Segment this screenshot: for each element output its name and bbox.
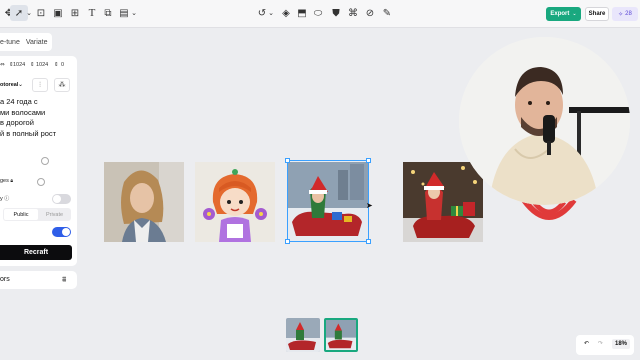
height-value[interactable]: 1024	[36, 62, 48, 68]
thumbnail-image	[326, 320, 356, 350]
width-value[interactable]: 1024	[13, 62, 25, 68]
visibility-private[interactable]: Private	[39, 209, 70, 220]
chevron-down-icon[interactable]: ⌄	[128, 7, 140, 19]
mockup-icon[interactable]: ⧉	[102, 7, 114, 19]
chevron-down-icon: ⌄	[18, 81, 24, 88]
credits-count: 28	[625, 11, 632, 17]
height-icon: ⇕	[30, 62, 35, 68]
images-option-label: ges 🔒︎	[0, 178, 13, 184]
style-icon[interactable]: ⊘	[364, 7, 376, 19]
share-button[interactable]: Share	[585, 7, 609, 21]
toggle-knob	[62, 228, 70, 236]
chevron-down-icon: ⌄	[572, 11, 577, 17]
history-filmstrip	[286, 316, 362, 354]
webcam-overlay	[459, 37, 630, 205]
recraft-label: Recraft	[23, 249, 49, 256]
share-label: Share	[588, 11, 606, 17]
sparkle-icon: ✧	[618, 10, 624, 18]
info-icon: ⓘ	[4, 196, 10, 202]
width-icon: ⇔	[0, 62, 5, 68]
sliders-icon: ⫶	[39, 80, 41, 89]
style-label: otoreal	[0, 82, 19, 88]
lock-icon: 🔒︎	[10, 178, 14, 184]
generated-image-portrait[interactable]	[104, 162, 184, 242]
christmas-sleigh-photo	[288, 162, 368, 242]
text-icon[interactable]: T	[86, 7, 98, 19]
image-icon[interactable]: ▣	[52, 7, 64, 19]
style-selector[interactable]: otoreal ⌄ ⫶ ⁂	[0, 78, 77, 92]
history-thumbnail-1[interactable]	[286, 318, 320, 352]
vectorize-icon[interactable]: ⬭	[312, 7, 324, 19]
redo-icon[interactable]: ↷	[598, 340, 603, 347]
seed-value[interactable]: 0	[61, 62, 64, 68]
sliders-icon: ⩩	[62, 275, 67, 284]
mode-tabs: e-tune Variate	[0, 33, 52, 51]
export-button[interactable]: Export ⌄	[546, 7, 581, 21]
thumbnail-image	[286, 318, 320, 352]
mouse-pointer-icon: ➤	[366, 201, 373, 210]
top-toolbar: ✥ ➚ ⌄ ⊡ ▣ ⊞ T ⧉ ▤ ⌄ ↺ ⌄ ◈ ⬒ ⬭ ⛊ ⌘ ⊘ ✎ Ex…	[0, 0, 640, 28]
mixer-icon: ⁂	[58, 81, 66, 89]
tab-variate[interactable]: Variate	[26, 39, 48, 46]
generated-image-santa-sleigh-selected[interactable]	[288, 162, 368, 242]
zoom-level[interactable]: 18%	[612, 339, 631, 349]
inpaint-icon[interactable]: ⬒	[296, 7, 308, 19]
visibility-switch: Public Private	[3, 208, 71, 221]
option-toggle-off[interactable]	[52, 194, 71, 204]
magic-edit-icon[interactable]: ✎	[381, 7, 393, 19]
y-option-label: y ⓘ	[0, 195, 9, 202]
tab-fine-tune[interactable]: e-tune	[0, 39, 20, 46]
chevron-down-icon[interactable]: ⌄	[23, 7, 35, 19]
generated-image-illustration[interactable]	[195, 162, 275, 242]
toggle-knob	[53, 195, 61, 203]
cartoon-girl-illustration	[195, 162, 275, 242]
export-label: Export	[550, 11, 570, 17]
chevron-down-icon[interactable]: ⌄	[265, 7, 277, 19]
images-label-text: ges	[0, 178, 9, 184]
repaint-icon[interactable]: ⌘	[347, 7, 359, 19]
recraft-button[interactable]: Recraft	[0, 245, 72, 260]
history-thumbnail-2-selected[interactable]	[324, 318, 358, 352]
undo-icon[interactable]: ↶	[584, 340, 589, 347]
portrait-photo	[104, 162, 184, 242]
tshirt-icon[interactable]: ⛊	[330, 7, 342, 19]
images-radio[interactable]	[37, 178, 45, 186]
option-radio[interactable]	[41, 157, 49, 165]
credits-badge[interactable]: ✧ 28	[612, 7, 638, 21]
zoom-controls: ↶ ↷ 18%	[576, 335, 634, 355]
generated-image-santa-gifts[interactable]	[403, 162, 483, 242]
prompt-textarea[interactable]: а 24 года с ми волосами в дорогой й в по…	[0, 97, 77, 139]
frame-icon[interactable]: ⊡	[35, 7, 47, 19]
christmas-gifts-photo	[403, 162, 483, 242]
settings-sliders-button[interactable]: ⫶	[32, 78, 48, 92]
seed-icon: ⇕	[54, 62, 59, 68]
visibility-public[interactable]: Public	[4, 209, 38, 220]
generation-panel: ⇔ ⇕ 1024 ⇕ 1024 ⇕ 0 otoreal ⌄ ⫶ ⁂ а 24 г…	[0, 56, 77, 266]
colors-section[interactable]: ors ⩩	[0, 271, 77, 289]
upload-icon[interactable]: ⊞	[69, 7, 81, 19]
dimensions-row: ⇔ ⇕ 1024 ⇕ 1024 ⇕ 0	[0, 62, 77, 72]
y-label-text: y	[0, 196, 3, 202]
colors-label: ors	[0, 276, 10, 283]
eraser-icon[interactable]: ◈	[280, 7, 292, 19]
presenter-video	[459, 37, 630, 205]
style-mixer-button[interactable]: ⁂	[54, 78, 70, 92]
option-toggle-on[interactable]	[52, 227, 71, 237]
